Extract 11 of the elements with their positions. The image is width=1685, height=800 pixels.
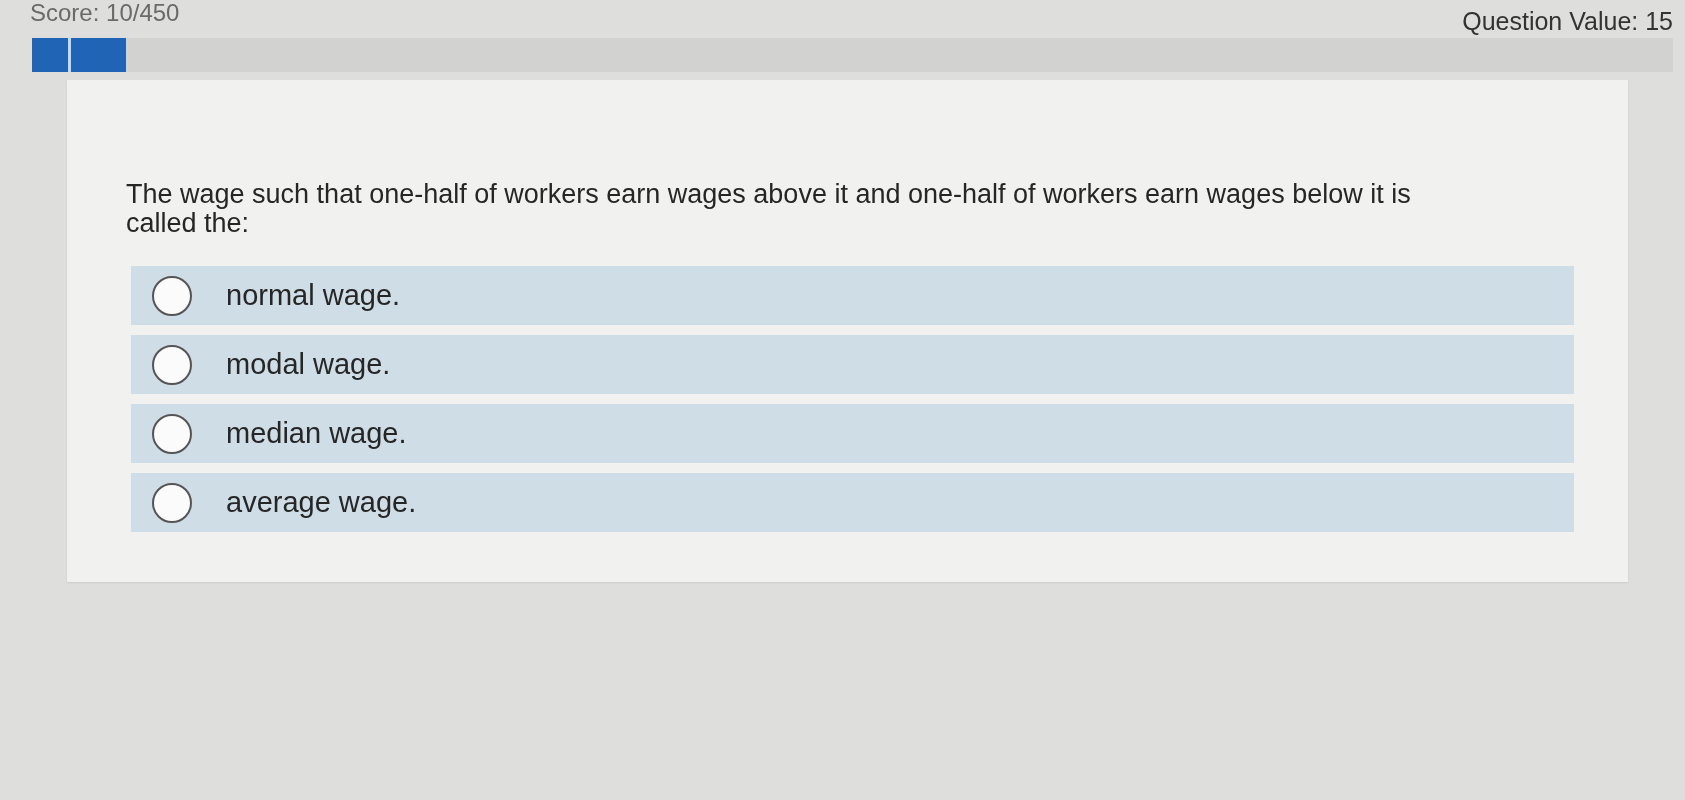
radio-button[interactable]	[152, 344, 192, 385]
question-text: The wage such that one-half of workers earn wages above it and one-half of workers earn wages below it is called the:	[126, 180, 1412, 238]
answer-option[interactable]: average wage.	[131, 473, 1574, 532]
radio-button[interactable]	[152, 413, 192, 454]
answer-option[interactable]: normal wage.	[131, 266, 1574, 325]
answer-option[interactable]: modal wage.	[131, 335, 1574, 394]
answer-option[interactable]: median wage.	[131, 404, 1574, 463]
radio-button[interactable]	[152, 275, 192, 316]
score-text: Score: 10/450	[30, 0, 180, 26]
question-value-text: Question Value: 15	[1462, 6, 1673, 36]
radio-button[interactable]	[152, 482, 192, 523]
